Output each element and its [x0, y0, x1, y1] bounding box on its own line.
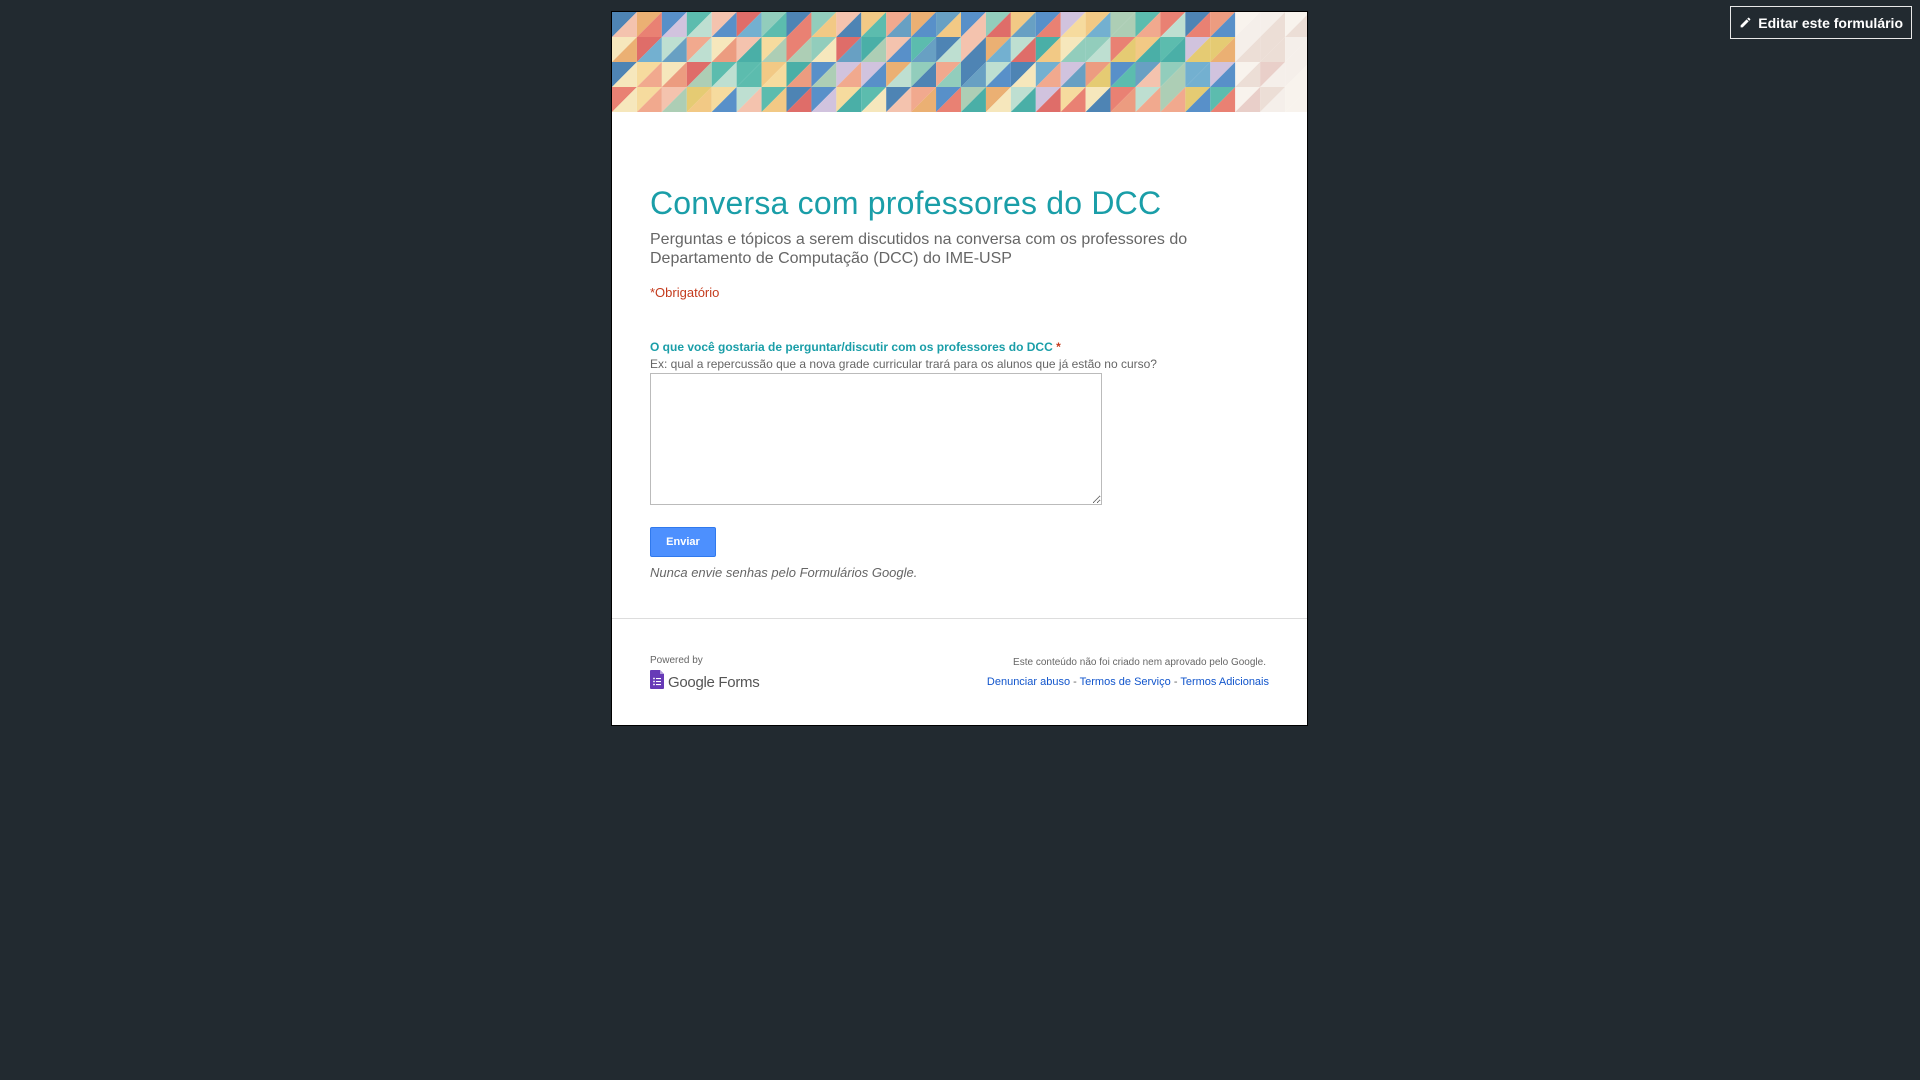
- terms-of-service-link[interactable]: Termos de Serviço: [1080, 676, 1171, 688]
- password-warning: Nunca envie senhas pelo Formulários Goog…: [650, 565, 918, 580]
- submit-button[interactable]: Enviar: [650, 527, 716, 557]
- legal-section: Este conteúdo não foi criado nem aprovad…: [987, 657, 1269, 688]
- pencil-icon: [1739, 16, 1752, 29]
- form-title: Conversa com professores do DCC: [650, 185, 1162, 221]
- google-forms-icon: [650, 670, 664, 694]
- link-separator: -: [1073, 676, 1077, 688]
- disclaimer-text: Este conteúdo não foi criado nem aprovad…: [1013, 657, 1266, 668]
- header-banner: [612, 12, 1307, 112]
- google-forms-logo[interactable]: Google Forms: [650, 670, 760, 694]
- answer-textarea[interactable]: [650, 373, 1102, 505]
- question-title: O que você gostaria de perguntar/discuti…: [650, 340, 1269, 354]
- form-card: Conversa com professores do DCC Pergunta…: [611, 11, 1308, 726]
- google-forms-wordmark: Google Forms: [668, 673, 760, 691]
- required-asterisk: *: [1056, 340, 1061, 354]
- form-description: Perguntas e tópicos a serem discutidos n…: [650, 231, 1188, 267]
- link-separator: -: [1173, 676, 1178, 688]
- question-title-text: O que você gostaria de perguntar/discuti…: [650, 340, 1053, 354]
- edit-form-label: Editar este formulário: [1758, 14, 1903, 31]
- question-help-text: Ex: qual a repercussão que a nova grade …: [650, 357, 1157, 371]
- required-note: *Obrigatório: [650, 285, 720, 300]
- report-abuse-link[interactable]: Denunciar abuso: [987, 676, 1070, 688]
- powered-by: Powered by Google Forms: [650, 655, 760, 694]
- additional-terms-link[interactable]: Termos Adicionais: [1180, 676, 1269, 688]
- edit-form-button[interactable]: Editar este formulário: [1730, 6, 1912, 39]
- question-item: O que você gostaria de perguntar/discuti…: [650, 340, 1269, 505]
- form-footer: Powered by Google Forms Este conteúdo nã…: [612, 619, 1307, 729]
- powered-by-label: Powered by: [650, 655, 703, 666]
- legal-links: Denunciar abuso - Termos de Serviço - Te…: [987, 676, 1269, 688]
